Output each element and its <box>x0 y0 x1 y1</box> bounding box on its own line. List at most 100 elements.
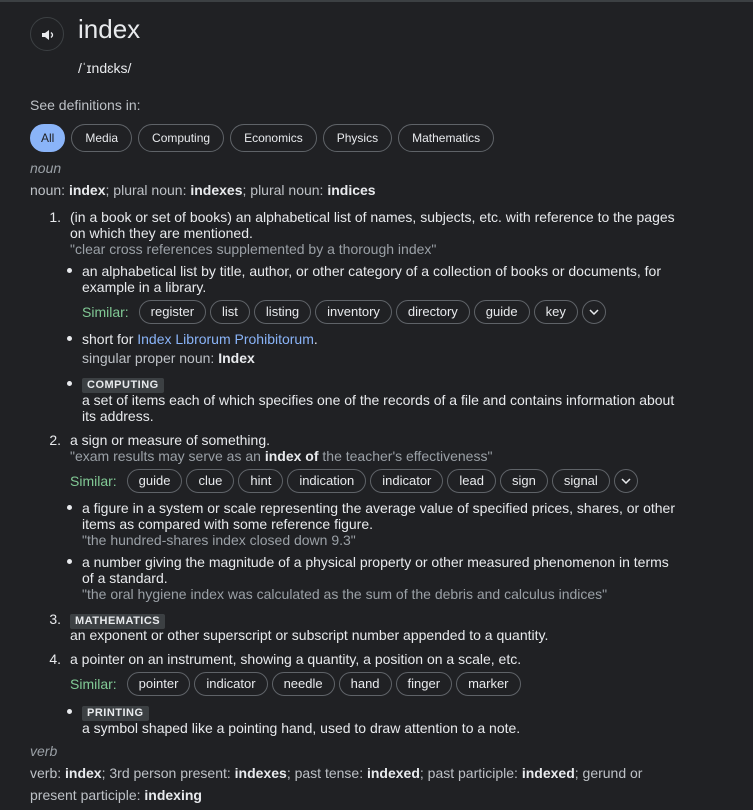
index-librorum-link[interactable]: Index Librorum Prohibitorum <box>137 331 314 347</box>
tab-computing[interactable]: Computing <box>138 124 225 152</box>
sense1-sub3-line1: a set of items each of which specifies o… <box>82 392 675 408</box>
gram-plural1-label: ; plural noun: <box>105 182 187 198</box>
bullet <box>67 381 72 386</box>
sense2-example: "exam results may serve as an index of t… <box>70 448 492 464</box>
bullet <box>67 268 72 273</box>
headword: index <box>78 14 141 44</box>
similar-chip[interactable]: register <box>138 300 207 324</box>
sense1-sub3-line2: its address. <box>82 408 154 424</box>
expand-similar-button[interactable] <box>613 469 638 493</box>
similar-chip[interactable]: finger <box>395 672 453 696</box>
example-pre: "exam results may serve as an <box>70 448 261 464</box>
sense1-sub1-line2: example in a library. <box>82 279 207 295</box>
similar-chip[interactable]: sign <box>499 469 548 493</box>
gram-plural2: indices <box>327 182 376 198</box>
similar-chip[interactable]: indication <box>287 469 367 493</box>
similar-row-1: Similar: register list listing inventory… <box>82 300 606 324</box>
top-divider <box>0 0 753 2</box>
sense3-def: an exponent or other superscript or subs… <box>70 627 549 643</box>
sense-number: 4. <box>49 651 61 667</box>
verb-prefix: verb: <box>30 765 62 781</box>
tab-all[interactable]: All <box>30 124 66 152</box>
gram-plural2-label: ; plural noun: <box>242 182 324 198</box>
similar-label: Similar: <box>82 304 129 320</box>
bullet <box>67 559 72 564</box>
similar-chip[interactable]: indicator <box>370 469 444 493</box>
sense1-sub2-grammar: singular proper noun: Index <box>82 350 255 366</box>
similar-chip[interactable]: signal <box>551 469 610 493</box>
sense4-def: a pointer on an instrument, showing a qu… <box>70 651 522 667</box>
similar-chip[interactable]: list <box>210 300 250 324</box>
similar-chip[interactable]: indicator <box>194 672 268 696</box>
definition-tabs: All Media Computing Economics Physics Ma… <box>30 124 495 152</box>
sub2-suffix: . <box>313 331 318 347</box>
tab-media[interactable]: Media <box>71 124 133 152</box>
sense2-sub1-line1: a figure in a system or scale representi… <box>82 500 675 516</box>
expand-similar-button[interactable] <box>581 300 606 324</box>
similar-chip[interactable]: listing <box>253 300 312 324</box>
similar-chip[interactable]: marker <box>456 672 521 696</box>
verb-word: index <box>65 765 102 781</box>
similar-chip[interactable]: key <box>533 300 578 324</box>
similar-label: Similar: <box>70 676 117 692</box>
gram-label: singular proper noun: <box>82 350 215 366</box>
see-definitions-label: See definitions in: <box>30 97 141 113</box>
gerund-label: ; gerund or <box>574 765 643 781</box>
past-form: indexed <box>366 765 420 781</box>
similar-chip[interactable]: inventory <box>315 300 392 324</box>
gerund-form: indexing <box>144 787 202 803</box>
tab-economics[interactable]: Economics <box>230 124 317 152</box>
similar-chip[interactable]: guide <box>126 469 183 493</box>
sense2-sub2-example: "the oral hygiene index was calculated a… <box>82 586 608 602</box>
sense2-sub2-line2: of a standard. <box>82 570 168 586</box>
pp-label: ; past participle: <box>419 765 518 781</box>
pronounce-button[interactable] <box>30 17 64 51</box>
example-bold: index of <box>264 448 319 464</box>
similar-chip[interactable]: hand <box>338 672 392 696</box>
sub2-prefix: short for <box>82 331 134 347</box>
tab-physics[interactable]: Physics <box>322 124 393 152</box>
similar-chip[interactable]: directory <box>395 300 470 324</box>
gerund-label-2: present participle: <box>30 787 141 803</box>
chevron-down-icon <box>589 309 599 315</box>
pp-form: indexed <box>521 765 575 781</box>
sense1-sub2: short for Index Librorum Prohibitorum. <box>82 331 318 347</box>
sense2-sub1-line2: items as compared with some reference fi… <box>82 516 374 532</box>
bullet <box>67 505 72 510</box>
printing-label: PRINTING <box>82 706 149 721</box>
similar-chip[interactable]: lead <box>447 469 496 493</box>
noun-grammar: noun: index; plural noun: indexes; plura… <box>30 182 376 198</box>
verb-grammar-line2: present participle: indexing <box>30 787 202 803</box>
gram-prefix: noun: <box>30 182 66 198</box>
sense1-def-line2: on which they are mentioned. <box>70 225 253 241</box>
computing-label: COMPUTING <box>82 378 164 393</box>
similar-chip[interactable]: needle <box>271 672 335 696</box>
p3-form: indexes <box>234 765 287 781</box>
phonetic: /ˈɪndɛks/ <box>78 60 132 76</box>
pos-verb: verb <box>30 743 58 759</box>
sense-number: 2. <box>49 432 61 448</box>
similar-chip[interactable]: guide <box>473 300 530 324</box>
similar-chip[interactable]: clue <box>186 469 235 493</box>
similar-chip[interactable]: pointer <box>126 672 191 696</box>
sense2-sub1-example: "the hundred-shares index closed down 9.… <box>82 532 356 548</box>
bullet <box>67 336 72 341</box>
similar-label: Similar: <box>70 473 117 489</box>
speaker-icon <box>42 30 54 40</box>
verb-grammar-line1: verb: index; 3rd person present: indexes… <box>30 765 642 781</box>
subject-label: PRINTING <box>82 703 149 721</box>
bullet <box>67 709 72 714</box>
similar-row-4: Similar: pointer indicator needle hand f… <box>70 672 521 696</box>
sense-number: 1. <box>49 209 61 225</box>
subject-label: COMPUTING <box>82 375 164 393</box>
sense1-def-line1: (in a book or set of books) an alphabeti… <box>70 209 675 225</box>
sense2-def: a sign or measure of something. <box>70 432 270 448</box>
example-post: the teacher's effectiveness" <box>322 448 493 464</box>
tab-mathematics[interactable]: Mathematics <box>398 124 495 152</box>
sense2-sub2-line1: a number giving the magnitude of a physi… <box>82 554 669 570</box>
past-label: ; past tense: <box>286 765 364 781</box>
sense-number: 3. <box>49 611 61 627</box>
sense1-example: "clear cross references supplemented by … <box>70 241 437 257</box>
similar-chip[interactable]: hint <box>238 469 284 493</box>
p3-label: ; 3rd person present: <box>101 765 231 781</box>
